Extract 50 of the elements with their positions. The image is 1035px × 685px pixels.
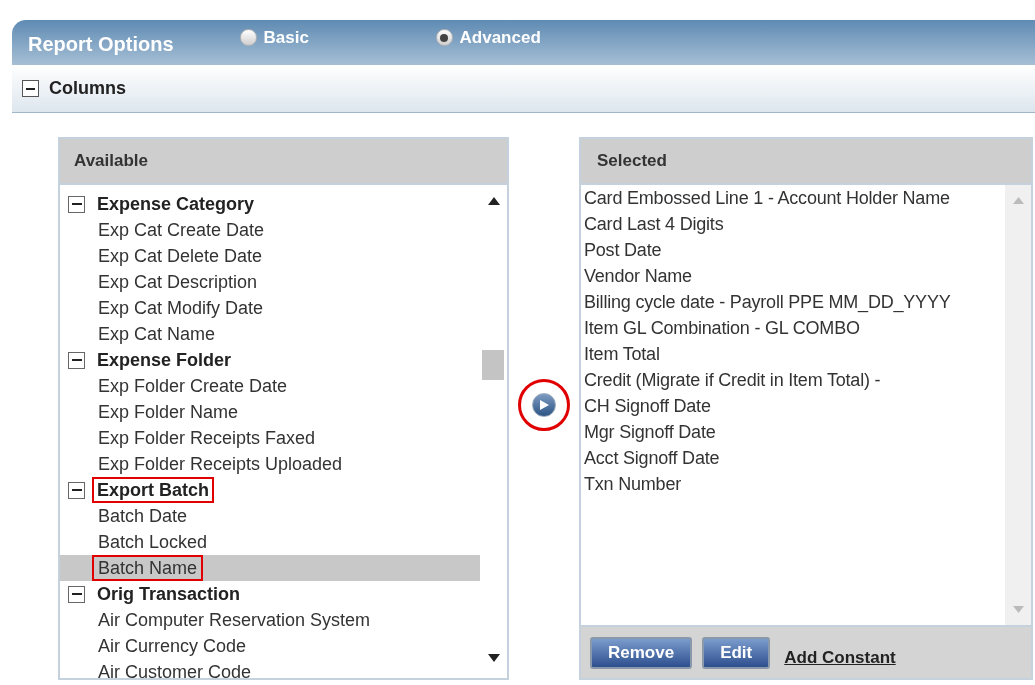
selected-column[interactable]: Credit (Migrate if Credit in Item Total) - [584, 367, 1005, 393]
column-option[interactable]: Exp Folder Receipts Uploaded [60, 451, 480, 477]
column-option[interactable]: Batch Name [60, 555, 480, 581]
play-icon [539, 400, 549, 410]
scroll-down-icon [1013, 606, 1024, 613]
action-button[interactable]: Edit [702, 636, 771, 669]
panel-heading: Selected [581, 139, 1031, 185]
selected-column[interactable]: Txn Number [584, 471, 1005, 497]
column-option[interactable]: Air Currency Code [60, 633, 480, 659]
selected-column[interactable]: Item GL Combination - GL COMBO [584, 315, 1005, 341]
add-column-button[interactable] [532, 393, 556, 417]
column-option[interactable]: Exp Cat Delete Date [60, 243, 480, 269]
column-option[interactable]: Air Computer Reservation System [60, 607, 480, 633]
column-option[interactable]: Air Customer Code [60, 659, 480, 678]
selected-column[interactable]: Billing cycle date - Payroll PPE MM_DD_YYYY [584, 289, 1005, 315]
column-option[interactable]: Exp Folder Create Date [60, 373, 480, 399]
group-label[interactable]: Expense Category [92, 191, 260, 217]
column-option[interactable]: Exp Folder Name [60, 399, 480, 425]
collapse-icon[interactable] [68, 585, 85, 603]
selected-column[interactable]: Mgr Signoff Date [584, 419, 1005, 445]
selected-column[interactable]: Card Last 4 Digits [584, 211, 1005, 237]
panel-heading: Available [60, 139, 507, 185]
selected-column[interactable]: Card Embossed Line 1 - Account Holder Name [584, 185, 1005, 211]
selected-column[interactable]: Post Date [584, 237, 1005, 263]
column-option[interactable]: Batch Date [60, 503, 480, 529]
panel-title: Report Options [28, 32, 174, 57]
group-label[interactable]: Export Batch [92, 477, 215, 503]
column-option[interactable]: Batch Locked [60, 529, 480, 555]
column-option[interactable]: Exp Cat Name [60, 321, 480, 347]
collapse-icon[interactable] [68, 351, 85, 369]
selected-column[interactable]: CH Signoff Date [584, 393, 1005, 419]
action-button[interactable]: Remove [590, 636, 693, 669]
column-option[interactable]: Exp Cat Modify Date [60, 295, 480, 321]
add-constant-link[interactable]: Add Constant [784, 644, 896, 671]
selected-column[interactable]: Vendor Name [584, 263, 1005, 289]
collapse-icon[interactable] [68, 481, 85, 499]
scroll-up-icon [1013, 197, 1024, 204]
group-label[interactable]: Expense Folder [92, 347, 237, 373]
section-title: Columns [49, 77, 126, 100]
collapse-icon[interactable] [22, 80, 39, 97]
column-option[interactable]: Exp Cat Create Date [60, 217, 480, 243]
scroll-up-icon[interactable] [488, 197, 500, 205]
selected-column[interactable]: Acct Signoff Date [584, 445, 1005, 471]
selected-column[interactable]: Item Total [584, 341, 1005, 367]
scroll-down-icon[interactable] [488, 654, 500, 662]
collapse-icon[interactable] [68, 195, 85, 213]
group-label[interactable]: Orig Transaction [92, 581, 246, 607]
column-option[interactable]: Exp Cat Description [60, 269, 480, 295]
column-option[interactable]: Exp Folder Receipts Faxed [60, 425, 480, 451]
scroll-thumb[interactable] [482, 350, 504, 380]
